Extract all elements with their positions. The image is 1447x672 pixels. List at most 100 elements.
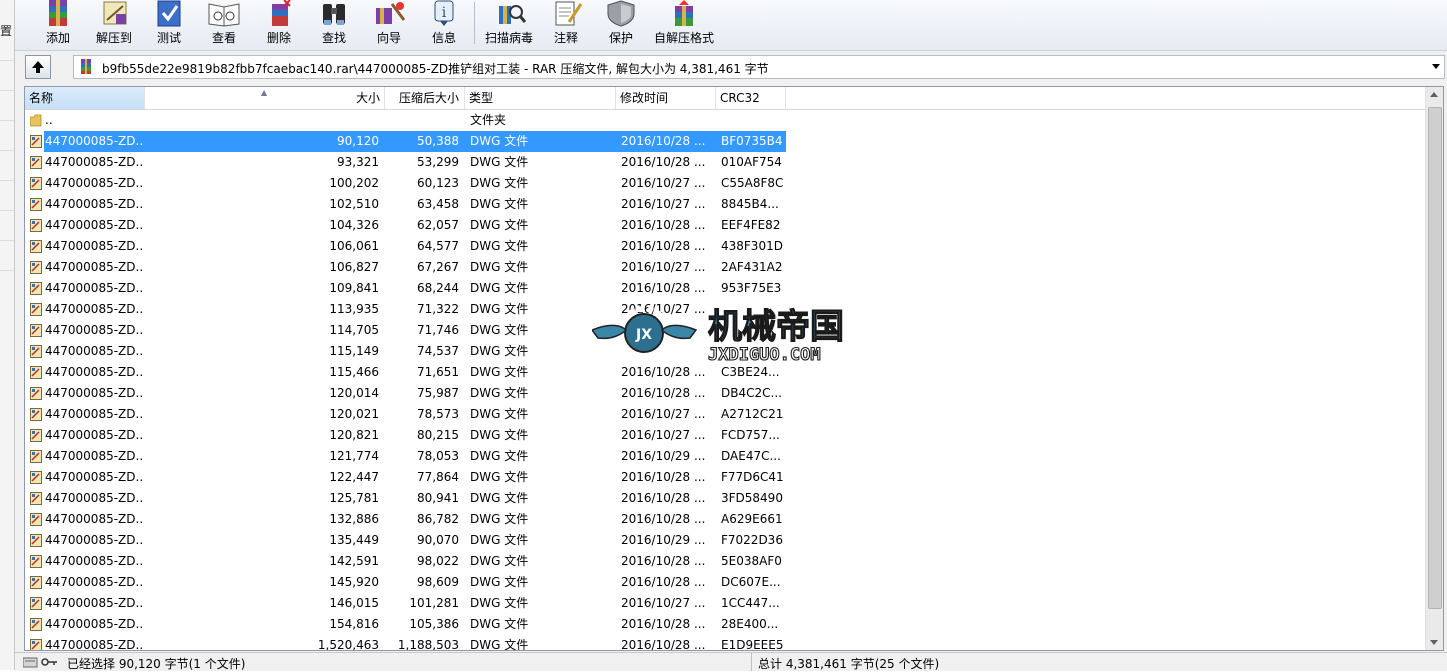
- file-row[interactable]: 447000085-ZD... 93,321 53,299 DWG 文件 2016/10…: [25, 152, 1425, 173]
- file-size-cell: 1,520,463: [317, 638, 379, 651]
- file-name-cell: 447000085-ZD...: [45, 386, 143, 400]
- file-crc-cell: F7022D36: [721, 533, 783, 547]
- file-mtime-cell: 2016/10/28 ...: [621, 554, 706, 568]
- dwg-file-icon: [30, 513, 42, 526]
- column-modified[interactable]: 修改时间: [616, 87, 716, 109]
- path-combobox[interactable]: b9fb55de22e9819b82fbb7fcaebac140.rar\447…: [73, 55, 1445, 79]
- file-row[interactable]: 447000085-ZD... 120,821 80,215 DWG 文件 2016/1…: [25, 425, 1425, 446]
- file-comp-cell: 71,746: [417, 323, 459, 337]
- file-size-cell: 125,781: [329, 491, 379, 505]
- file-mtime-cell: 2016/10/28 ...: [621, 575, 706, 589]
- file-row[interactable]: 447000085-ZD... 104,326 62,057 DWG 文件 2016/1…: [25, 215, 1425, 236]
- find-button[interactable]: 查找: [309, 0, 359, 48]
- file-row[interactable]: 447000085-ZD... 145,920 98,609 DWG 文件 2016/1…: [25, 572, 1425, 593]
- chevron-down-icon[interactable]: [1432, 64, 1440, 69]
- toolbar-separator: [474, 2, 475, 44]
- file-row[interactable]: 447000085-ZD... 90,120 50,388 DWG 文件 2016/10…: [25, 131, 1425, 152]
- file-row[interactable]: 447000085-ZD... 146,015 101,281 DWG 文件 2016/…: [25, 593, 1425, 614]
- file-name-cell: 447000085-ZD...: [45, 533, 143, 547]
- file-row[interactable]: 447000085-ZD... 154,816 105,386 DWG 文件 2016/…: [25, 614, 1425, 635]
- sfx-button[interactable]: 自解压格式: [651, 0, 717, 48]
- file-type-cell: DWG 文件: [470, 638, 529, 651]
- file-row[interactable]: 447000085-ZD... 102,510 63,458 DWG 文件 2016/1…: [25, 194, 1425, 215]
- extract-to-button[interactable]: 解压到: [89, 0, 139, 48]
- file-row[interactable]: 447000085-ZD... 121,774 78,053 DWG 文件 2016/1…: [25, 446, 1425, 467]
- file-size-cell: 120,821: [329, 428, 379, 442]
- file-comp-cell: 78,573: [417, 407, 459, 421]
- dwg-file-icon: [30, 177, 42, 190]
- background-line: [0, 60, 14, 61]
- file-comp-cell: 60,123: [417, 176, 459, 190]
- vertical-scrollbar[interactable]: [1425, 87, 1443, 650]
- extract-to-icon: [103, 1, 127, 25]
- file-type-cell: DWG 文件: [470, 596, 529, 610]
- dwg-file-icon: [30, 240, 42, 253]
- column-type[interactable]: 类型: [465, 87, 616, 109]
- scroll-down-icon[interactable]: [1430, 640, 1438, 645]
- scroll-thumb[interactable]: [1428, 107, 1442, 609]
- add-button[interactable]: 添加: [33, 0, 83, 48]
- column-compressed[interactable]: 压缩后大小: [385, 87, 465, 109]
- dwg-file-icon: [30, 324, 42, 337]
- file-row[interactable]: 447000085-ZD... 106,061 64,577 DWG 文件 2016/1…: [25, 236, 1425, 257]
- status-total: 总计 4,381,461 字节(25 个文件): [758, 657, 940, 671]
- delete-label: 删除: [266, 31, 291, 45]
- file-mtime-cell: 2016/10/28 ...: [621, 281, 706, 295]
- file-crc-cell: 438F301D: [721, 239, 783, 253]
- background-window-char: 置: [0, 24, 13, 38]
- protect-button[interactable]: 保护: [596, 0, 646, 48]
- file-comp-cell: 53,299: [417, 155, 459, 169]
- file-row[interactable]: 447000085-ZD... 109,841 68,244 DWG 文件 2016/1…: [25, 278, 1425, 299]
- toolbar: 添加 解压到 测试 查看 删除 查找 向导 i 信息 扫描病毒 注释 保护 自解…: [15, 0, 1447, 51]
- file-crc-cell: 8845B4...: [721, 197, 779, 211]
- comment-icon: [555, 1, 583, 26]
- view-button[interactable]: 查看: [199, 0, 249, 48]
- file-row[interactable]: 447000085-ZD... 120,014 75,987 DWG 文件 2016/1…: [25, 383, 1425, 404]
- file-comp-cell: 71,651: [417, 365, 459, 379]
- column-name[interactable]: 名称: [25, 87, 145, 109]
- file-name-cell: 447000085-ZD...: [45, 302, 143, 316]
- file-type-cell: DWG 文件: [470, 239, 529, 253]
- file-row[interactable]: 447000085-ZD... 125,781 80,941 DWG 文件 2016/1…: [25, 488, 1425, 509]
- file-size-cell: 109,841: [329, 281, 379, 295]
- file-name-cell: 447000085-ZD...: [45, 134, 143, 148]
- file-row[interactable]: 447000085-ZD... 120,021 78,573 DWG 文件 2016/1…: [25, 404, 1425, 425]
- column-size[interactable]: 大小: [145, 87, 385, 109]
- shield-icon: [607, 0, 635, 27]
- column-crc[interactable]: CRC32: [716, 87, 786, 109]
- wizard-label: 向导: [376, 31, 401, 45]
- file-type-cell: DWG 文件: [470, 512, 529, 526]
- file-row[interactable]: 447000085-ZD... 100,202 60,123 DWG 文件 2016/1…: [25, 173, 1425, 194]
- file-row[interactable]: 447000085-ZD... 106,827 67,267 DWG 文件 2016/1…: [25, 257, 1425, 278]
- add-label: 添加: [45, 31, 70, 45]
- file-type-cell: DWG 文件: [470, 155, 529, 169]
- file-name-cell: 447000085-ZD...: [45, 365, 143, 379]
- file-row[interactable]: 447000085-ZD... 142,591 98,022 DWG 文件 2016/1…: [25, 551, 1425, 572]
- file-type-cell: DWG 文件: [470, 134, 529, 148]
- dwg-file-icon: [30, 366, 42, 379]
- dwg-file-icon: [30, 555, 42, 568]
- file-name-cell: 447000085-ZD...: [45, 575, 143, 589]
- dwg-file-icon: [30, 429, 42, 442]
- test-button[interactable]: 测试: [144, 0, 194, 48]
- file-size-cell: 113,935: [329, 302, 379, 316]
- wizard-button[interactable]: 向导: [364, 0, 414, 48]
- file-name-cell: 447000085-ZD...: [45, 596, 143, 610]
- background-line: [0, 240, 14, 241]
- parent-folder-row[interactable]: .. 文件夹: [25, 110, 1425, 131]
- file-name-cell: 447000085-ZD...: [45, 407, 143, 421]
- delete-button[interactable]: 删除: [254, 0, 304, 48]
- comment-button[interactable]: 注释: [541, 0, 591, 48]
- file-row[interactable]: 447000085-ZD... 1,520,463 1,188,503 DWG 文件 2…: [25, 635, 1425, 651]
- file-crc-cell: FCD757...: [721, 428, 780, 442]
- watermark-site: JXDIGUO.COM: [708, 345, 821, 365]
- scroll-up-icon[interactable]: [1430, 92, 1438, 97]
- up-one-level-button[interactable]: [25, 55, 51, 79]
- info-button[interactable]: i 信息: [419, 0, 469, 48]
- file-row[interactable]: 447000085-ZD... 135,449 90,070 DWG 文件 2016/1…: [25, 530, 1425, 551]
- virus-scan-button[interactable]: 扫描病毒: [484, 0, 534, 48]
- file-row[interactable]: 447000085-ZD... 132,886 86,782 DWG 文件 2016/1…: [25, 509, 1425, 530]
- file-row[interactable]: 447000085-ZD... 122,447 77,864 DWG 文件 2016/1…: [25, 467, 1425, 488]
- up-arrow-icon: [32, 61, 44, 73]
- sfx-label: 自解压格式: [653, 31, 714, 45]
